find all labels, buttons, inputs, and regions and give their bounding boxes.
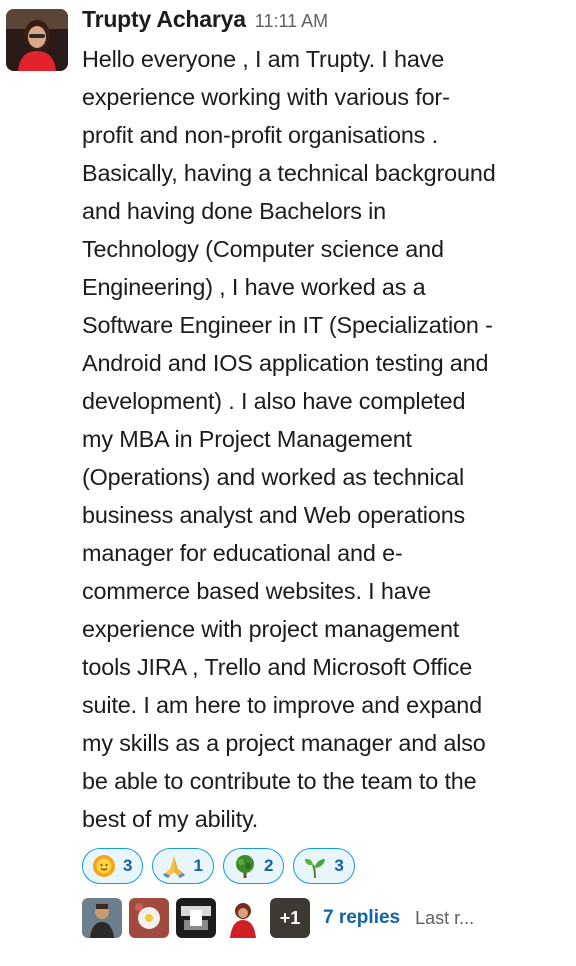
last-reply-text: Last r... [415, 907, 475, 928]
message-content: Trupty Acharya 11:11 AM Hello everyone ,… [82, 6, 562, 938]
message: Trupty Acharya 11:11 AM Hello everyone ,… [0, 0, 576, 966]
reaction-tree[interactable]: 2 [222, 848, 285, 884]
replies-link[interactable]: 7 replies [323, 907, 400, 929]
message-timestamp[interactable]: 11:11 AM [255, 11, 328, 32]
participant-avatar[interactable] [176, 898, 216, 938]
reactions-bar: 3 1 2 3 [82, 848, 562, 884]
author-avatar[interactable] [6, 9, 68, 71]
reaction-count: 3 [334, 856, 344, 875]
reaction-folded-hands[interactable]: 1 [152, 848, 214, 884]
seedling-emoji-icon [305, 858, 326, 879]
reaction-seedling[interactable]: 3 [293, 848, 355, 884]
message-body: Hello everyone , I am Trupty. I have exp… [82, 46, 496, 832]
participant-avatar[interactable] [82, 898, 122, 938]
tree-emoji-icon [235, 855, 254, 878]
sun-emoji-icon [93, 855, 115, 877]
reaction-count: 1 [193, 856, 203, 875]
reaction-count: 3 [123, 856, 133, 875]
participant-avatar[interactable] [223, 898, 263, 938]
author-name[interactable]: Trupty Acharya [82, 6, 246, 33]
reaction-sun[interactable]: 3 [82, 848, 144, 884]
thread-summary[interactable]: +1 7 replies Last r... [82, 898, 562, 938]
reaction-count: 2 [263, 856, 274, 875]
more-participants-badge[interactable]: +1 [270, 898, 310, 938]
message-header: Trupty Acharya 11:11 AM [82, 6, 562, 44]
folded-hands-emoji-icon [163, 856, 186, 878]
participant-avatar[interactable] [129, 898, 169, 938]
